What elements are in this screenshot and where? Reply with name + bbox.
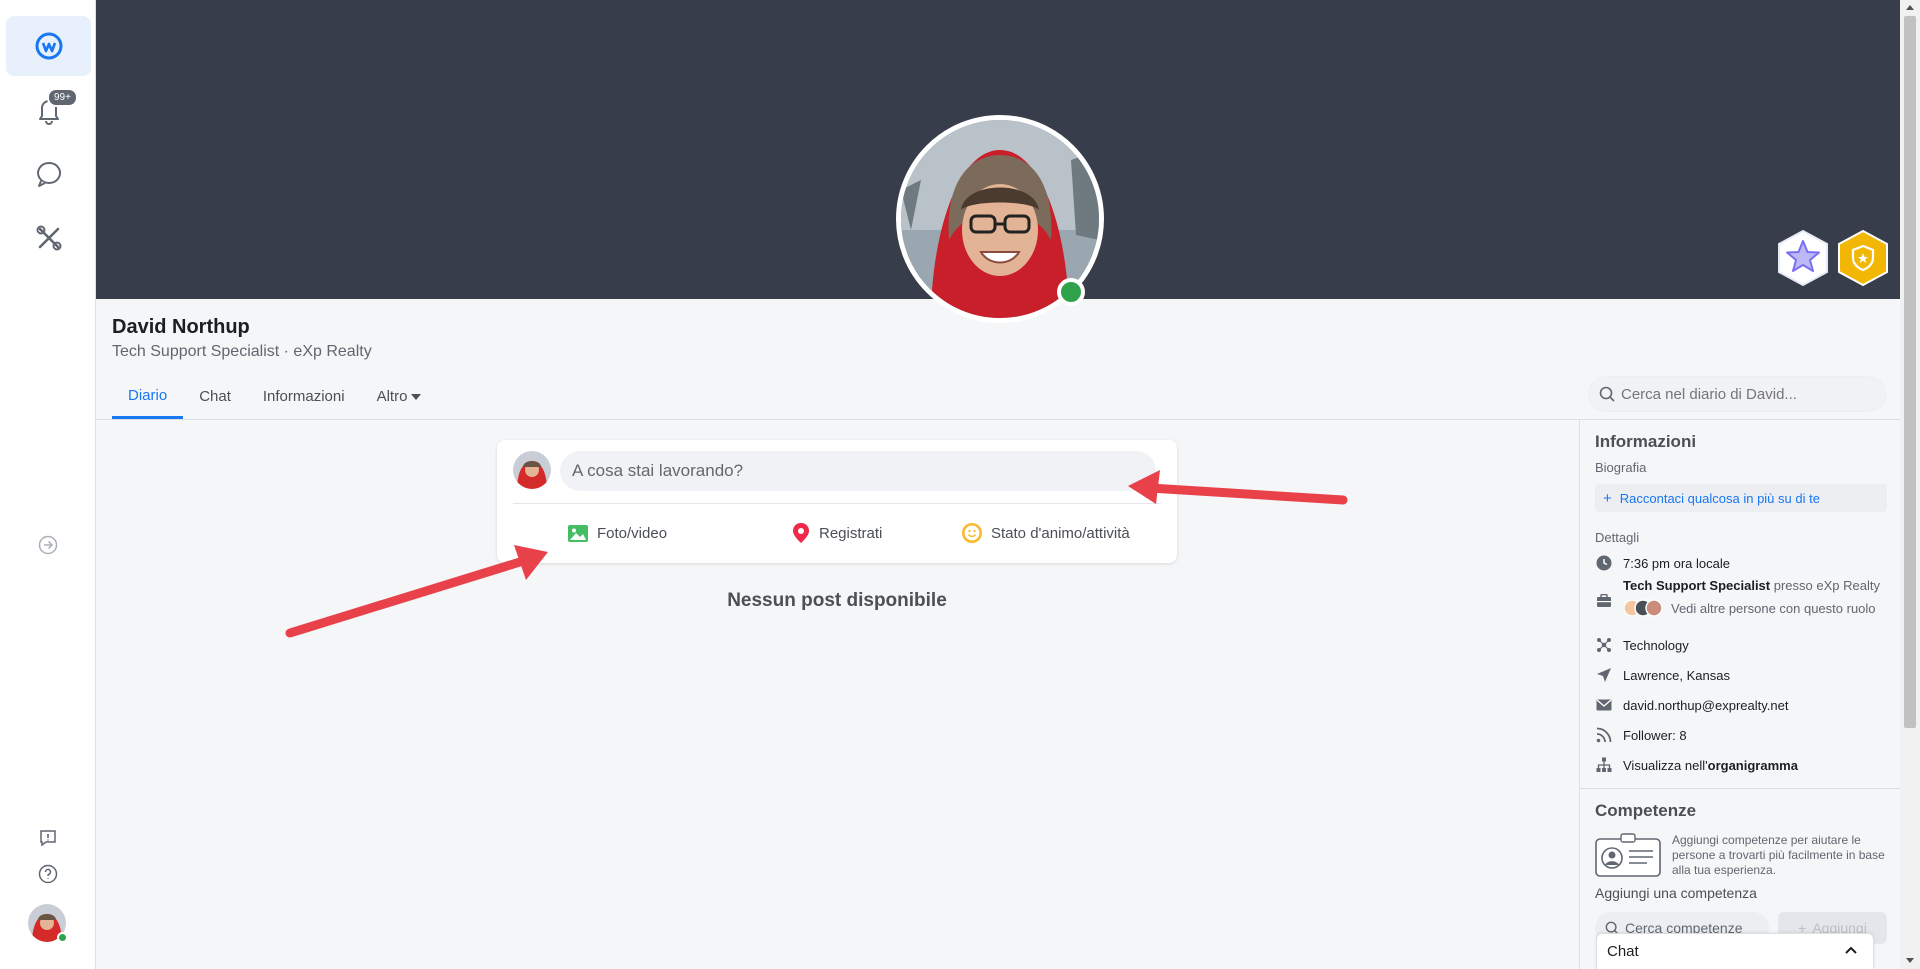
workplace-logo-icon [35, 32, 62, 60]
star-badge[interactable] [1776, 229, 1830, 287]
page-scrollbar[interactable] [1900, 0, 1920, 969]
search-icon [1599, 386, 1615, 402]
composer-input[interactable]: A cosa stai lavorando? [560, 451, 1156, 491]
tools-button[interactable] [6, 208, 91, 268]
briefcase-icon [1595, 592, 1613, 610]
caret-down-icon [411, 393, 422, 400]
scroll-down-arrow[interactable] [1906, 958, 1914, 963]
email-text[interactable]: david.northup@exprealty.net [1623, 698, 1788, 713]
chat-dock-label: Chat [1607, 943, 1639, 960]
scroll-thumb[interactable] [1904, 16, 1916, 728]
help-icon [38, 864, 58, 884]
location-pin-icon [793, 523, 809, 543]
followers-text[interactable]: Follower: 8 [1623, 728, 1687, 743]
empty-feed-message: Nessun post disponibile [727, 590, 947, 611]
notifications-count-badge: 99+ [47, 88, 78, 107]
help-button[interactable] [36, 862, 60, 886]
role-company-link[interactable]: eXp Realty [1816, 578, 1880, 593]
org-chart-link[interactable]: organigramma [1708, 758, 1798, 773]
rss-icon [1595, 726, 1613, 744]
tab-informazioni[interactable]: Informazioni [247, 374, 361, 419]
workplace-home-button[interactable] [6, 16, 91, 76]
followers-row: Follower: 8 [1595, 726, 1687, 744]
tab-chat[interactable]: Chat [183, 374, 247, 419]
see-others-with-role-link[interactable]: Vedi altre persone con questo ruolo [1671, 601, 1876, 616]
timeline-search-input[interactable] [1621, 385, 1871, 403]
tab-chat-label: Chat [199, 388, 231, 405]
org-chart-row: Visualizza nell' organigramma [1595, 756, 1798, 774]
chat-bubble-icon [36, 162, 61, 187]
composer-divider [513, 503, 1161, 504]
arrow-right-circle-icon [38, 535, 58, 555]
chat-dock[interactable]: Chat [1596, 933, 1874, 969]
tab-altro[interactable]: Altro [361, 374, 438, 419]
feeling-activity-button[interactable]: Stato d'animo/attività [961, 519, 1130, 547]
photo-video-label: Foto/video [597, 524, 668, 542]
role-at-text: presso [1770, 578, 1817, 593]
collapse-sidebar-button[interactable] [36, 533, 60, 557]
feeling-activity-label: Stato d'animo/attività [991, 524, 1130, 542]
plus-icon: + [1603, 489, 1612, 507]
photo-icon [568, 525, 588, 542]
tab-informazioni-label: Informazioni [262, 388, 345, 405]
chevron-up-icon[interactable] [1845, 946, 1857, 954]
add-bio-label: Raccontaci qualcosa in più su di te [1619, 490, 1820, 506]
shield-badge[interactable] [1836, 229, 1890, 287]
star-badge-icon [1778, 229, 1828, 287]
left-rail: 99+ [0, 0, 96, 969]
email-row: david.northup@exprealty.net [1595, 696, 1788, 714]
photo-video-button[interactable]: Foto/video [567, 519, 667, 547]
scroll-up-arrow[interactable] [1906, 5, 1914, 10]
info-divider [1580, 788, 1901, 789]
online-status-dot [1057, 278, 1085, 306]
skills-title: Competenze [1595, 801, 1697, 820]
org-chart-icon [1595, 756, 1613, 774]
details-label: Dettagli [1595, 530, 1640, 545]
composer-avatar [513, 451, 551, 489]
envelope-icon [1595, 696, 1613, 714]
feedback-button[interactable] [36, 826, 60, 850]
notifications-button[interactable]: 99+ [6, 80, 91, 140]
check-in-label: Registrati [819, 524, 883, 542]
my-online-status-dot [57, 932, 68, 943]
id-card-illustration [1595, 833, 1661, 877]
industry-row: Technology [1595, 636, 1689, 654]
feedback-icon [40, 830, 56, 847]
profile-tabs: Diario Chat Informazioni Altro [96, 374, 437, 420]
role-row: Tech Support Specialist presso eXp Realt… [1595, 578, 1880, 617]
post-composer: A cosa stai lavorando? Foto/video Regist… [497, 440, 1177, 563]
profile-subtitle: Tech Support Specialist · eXp Realty [112, 343, 372, 360]
bio-label: Biografia [1595, 460, 1647, 475]
coworker-avatars [1623, 599, 1663, 617]
location-text[interactable]: Lawrence, Kansas [1623, 668, 1730, 683]
local-time-row: 7:36 pm ora locale [1595, 554, 1730, 572]
local-time-text: 7:36 pm ora locale [1623, 555, 1730, 571]
industry-icon [1595, 636, 1613, 654]
skills-help-text: Aggiungi competenze per aiutare le perso… [1672, 833, 1885, 877]
smiley-icon [962, 523, 982, 543]
tab-altro-label: Altro [376, 388, 408, 405]
tab-diario[interactable]: Diario [112, 374, 184, 419]
industry-text[interactable]: Technology [1623, 638, 1689, 653]
add-bio-button[interactable]: + Raccontaci qualcosa in più su di te [1595, 484, 1887, 512]
location-row: Lawrence, Kansas [1595, 666, 1730, 684]
org-chart-prefix: Visualizza nell' [1623, 757, 1708, 773]
info-panel: Informazioni Biografia + Raccontaci qual… [1579, 420, 1901, 969]
role-title-link[interactable]: Tech Support Specialist [1623, 578, 1770, 593]
info-title: Informazioni [1595, 432, 1697, 451]
tab-diario-label: Diario [128, 386, 168, 404]
chat-button[interactable] [6, 144, 91, 204]
clock-icon [1595, 554, 1613, 572]
navigation-arrow-icon [1595, 666, 1613, 684]
check-in-button[interactable]: Registrati [791, 519, 882, 547]
add-skill-label: Aggiungi una competenza [1595, 885, 1757, 901]
timeline-search[interactable] [1588, 376, 1886, 412]
avatar-image [513, 451, 551, 489]
profile-name: David Northup [112, 316, 250, 338]
tools-icon [36, 225, 61, 251]
shield-badge-icon [1838, 229, 1888, 287]
